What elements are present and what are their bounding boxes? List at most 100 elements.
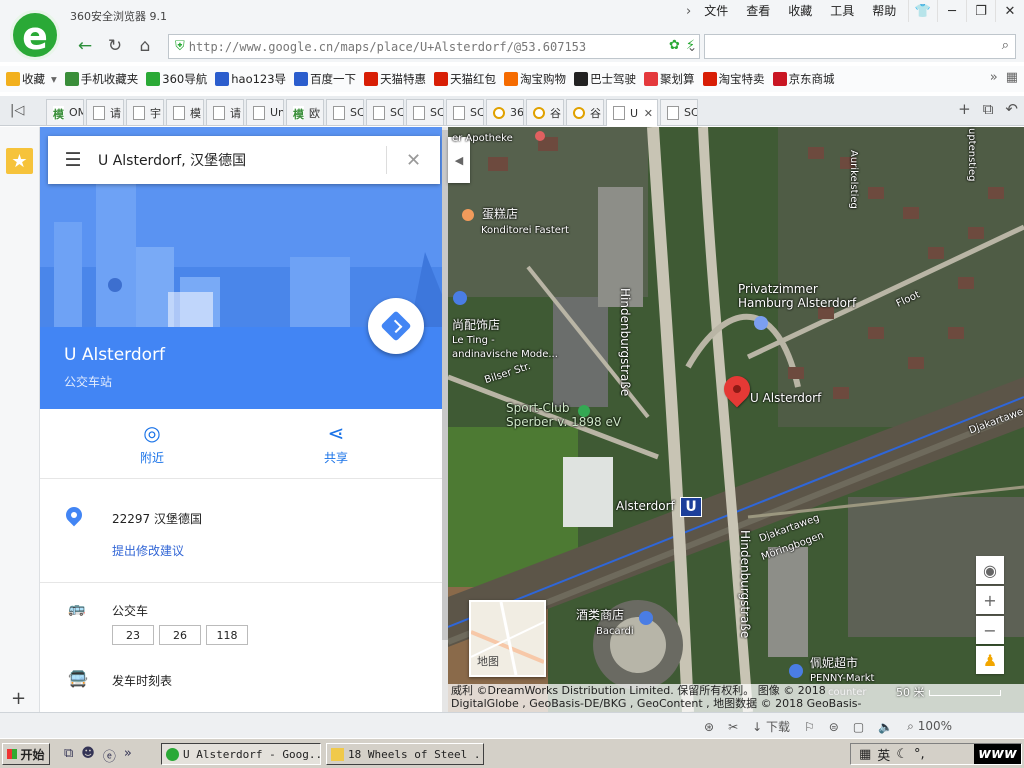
map-label[interactable]: uptenstieg [964, 128, 978, 182]
browser-tab[interactable]: 宇 [126, 99, 164, 125]
browser-tab[interactable]: 请 [86, 99, 124, 125]
address-bar[interactable]: ⛨ http://www.google.cn/maps/place/U+Alst… [168, 34, 700, 59]
apps-grid-icon[interactable]: ▦ [1006, 70, 1018, 85]
map-label[interactable]: Bacardi [596, 625, 634, 639]
favorite-item[interactable]: 手机收藏夹 [64, 71, 138, 87]
chevron-down-icon[interactable]: ▾ [51, 72, 57, 86]
taskbar-item-browser[interactable]: U Alsterdorf - Goog... [161, 743, 321, 765]
menu-icon[interactable]: ☰ [48, 149, 98, 171]
network-icon[interactable]: ⧉ [64, 746, 73, 765]
ie-icon[interactable]: ⓔ [103, 746, 116, 765]
map-label[interactable]: Le Ting - andinavische Mode... [452, 334, 558, 362]
translate-icon[interactable]: ⊜ [829, 720, 839, 734]
shirt-icon[interactable]: 👕 [908, 0, 937, 22]
favorite-item[interactable]: 收藏 ▾ [6, 71, 57, 87]
refresh-button[interactable]: ↻ [100, 33, 130, 59]
star-icon[interactable]: ★ [6, 148, 33, 174]
scroll-tabs-left-icon[interactable]: |◁ [10, 103, 24, 118]
zoom-control[interactable]: ⌕ 100% [907, 719, 952, 734]
my-location-icon[interactable]: ◉ [976, 556, 1004, 584]
menu-favorites[interactable]: 收藏 [779, 3, 821, 19]
zoom-in-button[interactable]: + [976, 586, 1004, 614]
flag-icon[interactable]: ⚐ [804, 720, 815, 734]
liquor-marker[interactable] [639, 611, 653, 625]
more-favorites-icon[interactable]: » [990, 70, 998, 85]
browser-tab[interactable]: 模 OM [46, 99, 84, 125]
more-icon[interactable]: » [124, 746, 132, 765]
map-label[interactable]: 蛋糕店 [482, 207, 518, 221]
maps-search-input[interactable]: U Alsterdorf, 汉堡德国 [98, 150, 386, 170]
map-scale[interactable]: 50 米 [896, 684, 1001, 700]
bus-line-chip[interactable]: 26 [159, 625, 201, 645]
tab-close-icon[interactable]: ✕ [644, 107, 653, 120]
station-label[interactable]: Alsterdorf [616, 499, 675, 513]
close-icon[interactable]: ✕ [386, 146, 440, 174]
qq-icon[interactable]: ☻ [81, 746, 95, 765]
browser-tab[interactable]: U ✕ [606, 99, 658, 126]
map-label[interactable]: 尚配饰店 [452, 318, 500, 332]
moon-icon[interactable]: ☾ [896, 747, 908, 762]
window-icon[interactable]: ▢ [853, 720, 864, 734]
map-label[interactable]: 佩妮超市 [810, 656, 858, 670]
keyboard-icon[interactable]: ▦ [859, 747, 871, 762]
favorite-item[interactable]: 淘宝特卖 [702, 71, 765, 87]
plus-icon[interactable]: + [11, 688, 26, 709]
bus-line-chip[interactable]: 23 [112, 625, 154, 645]
browser-tab[interactable]: SC [326, 99, 364, 125]
browser-tab[interactable]: SC [446, 99, 484, 125]
zoom-out-button[interactable]: − [976, 616, 1004, 644]
map-type-toggle[interactable]: 地图 [469, 600, 546, 677]
download-button[interactable]: ↓ 下载 [752, 718, 790, 735]
supermarket-marker[interactable] [789, 664, 803, 678]
browser-tab[interactable]: SC [406, 99, 444, 125]
home-button[interactable]: ⌂ [130, 33, 160, 59]
favorite-item[interactable]: 天猫特惠 [364, 71, 426, 87]
map-label[interactable]: Aurikelstieg [846, 150, 860, 209]
map-label[interactable]: Konditorei Fastert [481, 224, 569, 238]
sound-icon[interactable]: 🔈 [878, 720, 893, 734]
favorite-item[interactable]: 巴士驾驶 [574, 71, 636, 87]
undo-close-icon[interactable]: ↶ [1005, 100, 1018, 118]
new-tab-icon[interactable]: + [958, 100, 971, 118]
shop-marker[interactable] [453, 291, 467, 305]
menu-file[interactable]: 文件 [695, 3, 737, 19]
browser-tab[interactable]: 模 [166, 99, 204, 125]
browser-tab[interactable]: Un [246, 99, 284, 125]
map-label[interactable]: Hindenburgstraße [618, 288, 632, 396]
nearby-button[interactable]: ◎ 附近 [112, 421, 192, 466]
share-button[interactable]: ⋖ 共享 [296, 421, 376, 466]
minimize-button[interactable]: ─ [937, 0, 966, 22]
browser-tab[interactable]: 谷 [566, 99, 604, 125]
pharmacy-marker[interactable] [535, 131, 545, 141]
tab-list-icon[interactable]: ⧉ [983, 100, 994, 118]
favorite-item[interactable]: 淘宝购物 [504, 71, 566, 87]
map-label[interactable]: er Apotheke [452, 132, 513, 146]
map-label[interactable]: Sport-Club Sperber v. 1898 eV [506, 401, 621, 429]
pin-label[interactable]: U Alsterdorf [750, 391, 821, 405]
back-button[interactable]: ← [70, 33, 100, 59]
park-marker[interactable] [578, 405, 590, 417]
browser-tab[interactable]: 36 [486, 99, 524, 125]
browser-tab[interactable]: 请 [206, 99, 244, 125]
chevron-right-icon[interactable]: › [686, 4, 695, 19]
taskbar-item-folder[interactable]: 18 Wheels of Steel ... [326, 743, 484, 765]
timetable-link[interactable]: 发车时刻表 [112, 672, 172, 689]
menu-help[interactable]: 帮助 [863, 3, 905, 19]
suggest-edit-link[interactable]: 提出修改建议 [112, 542, 184, 559]
favorite-item[interactable]: 百度一下 [294, 71, 356, 87]
url-text[interactable]: http://www.google.cn/maps/place/U+Alster… [189, 40, 629, 54]
tools-icon[interactable]: ✂ [728, 720, 738, 734]
search-input[interactable]: ⌕ [704, 34, 1016, 59]
browser-tab[interactable]: SC [366, 99, 404, 125]
map-label[interactable]: Hindenburgstraße [738, 530, 752, 638]
close-button[interactable]: ✕ [995, 0, 1024, 22]
map-label[interactable]: 酒类商店 [576, 608, 624, 622]
maximize-button[interactable]: ❐ [966, 0, 995, 22]
bus-line-chip[interactable]: 118 [206, 625, 248, 645]
browser-tab[interactable]: SC [660, 99, 698, 125]
browser-tab[interactable]: 模欧 [286, 99, 324, 125]
u-bahn-badge[interactable]: U [680, 497, 702, 517]
directions-button[interactable] [368, 298, 424, 354]
hotel-marker[interactable] [754, 316, 768, 330]
punctuation-icon[interactable]: °, [914, 747, 925, 762]
